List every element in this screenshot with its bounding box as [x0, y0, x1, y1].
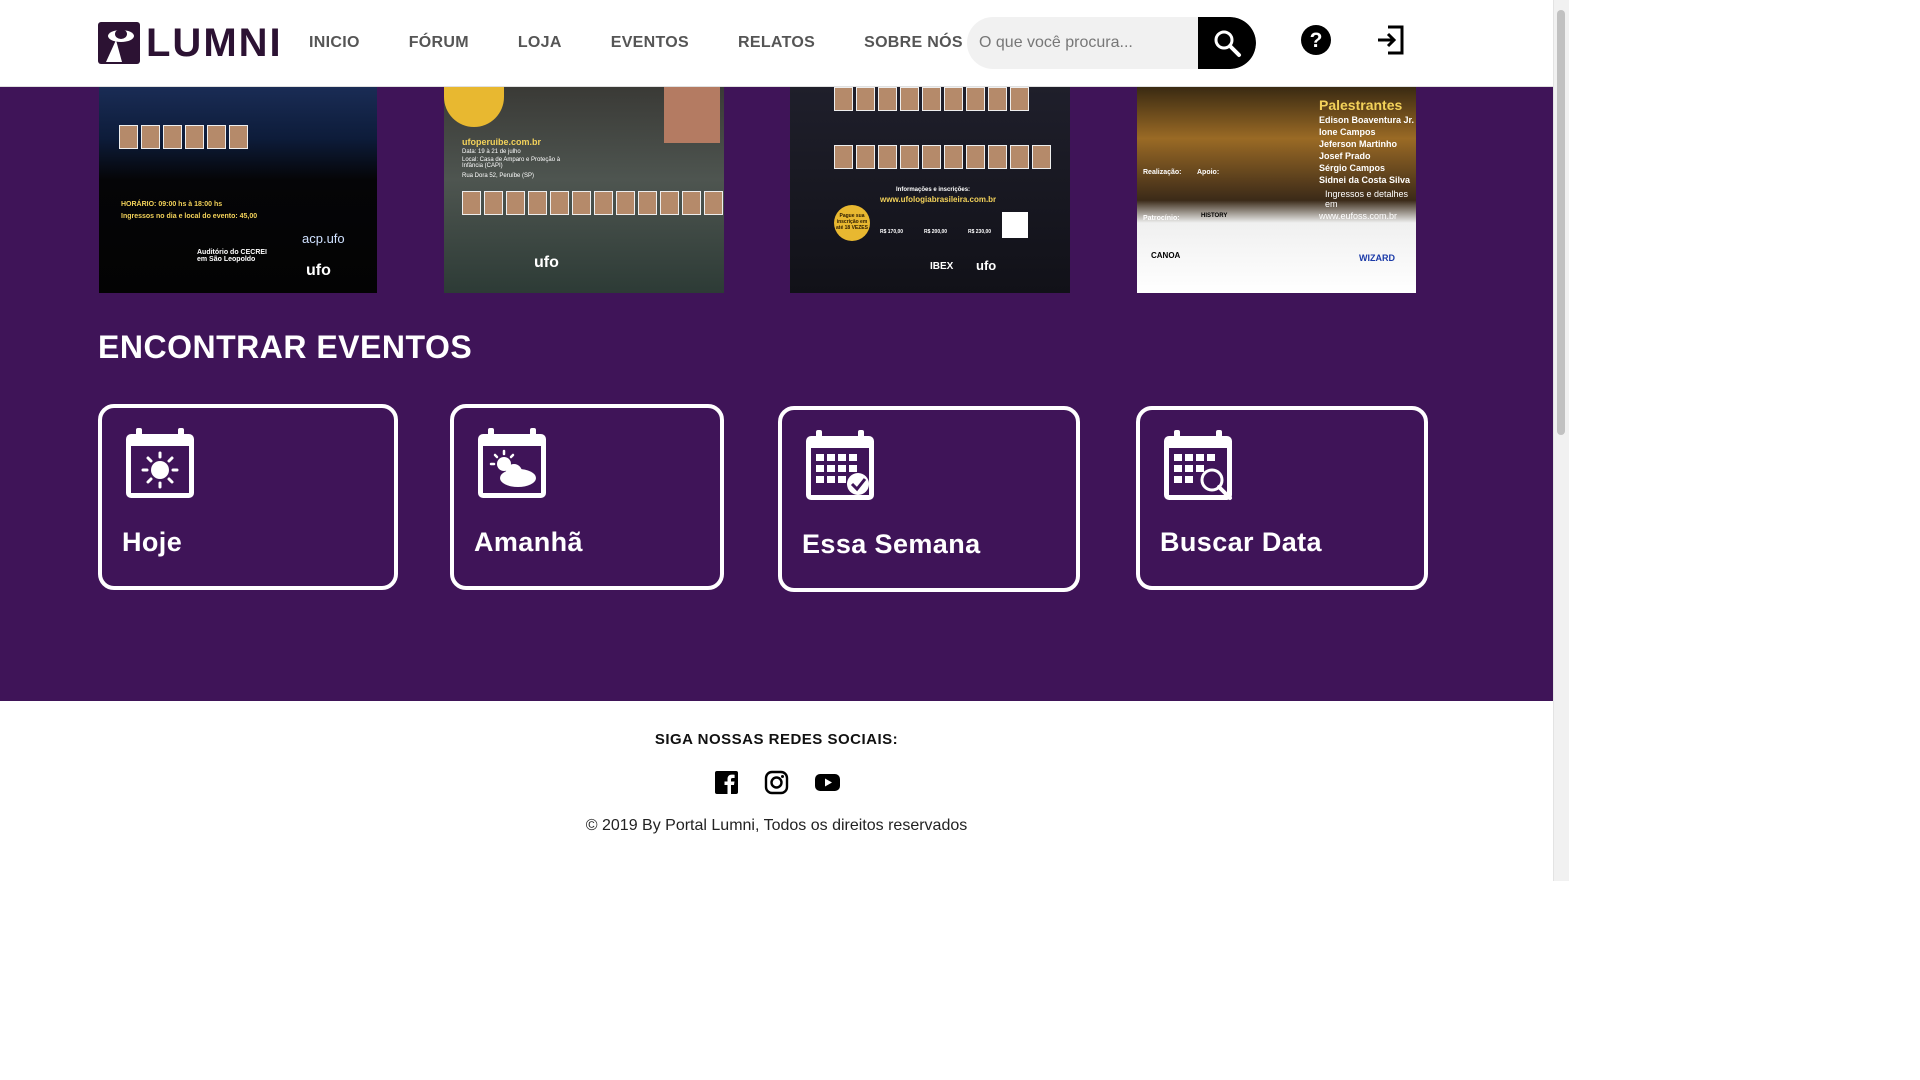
nav-eventos[interactable]: EVENTOS	[611, 34, 689, 52]
social-links	[714, 770, 841, 795]
facebook-icon[interactable]	[714, 770, 739, 795]
poster-speakers-title: Palestrantes	[1319, 97, 1403, 113]
section-title: ENCONTRAR EVENTOS	[98, 329, 473, 365]
poster-speaker: Ione Campos	[1319, 127, 1376, 137]
calendar-sun-icon	[126, 428, 194, 498]
poster-speaker: Sidnei da Costa Silva	[1319, 175, 1411, 185]
poster-address: Rua Dora 52, Peruíbe (SP)	[462, 173, 535, 179]
nav-relatos[interactable]: RELATOS	[738, 34, 815, 52]
help-icon[interactable]: ?	[1300, 24, 1332, 56]
poster-ufo-logo: ufo	[306, 262, 331, 279]
nav-forum[interactable]: FÓRUM	[409, 34, 469, 52]
poster-installments: Pague sua inscrição em até 18 VEZES	[836, 213, 868, 231]
calendar-check-icon	[806, 430, 874, 500]
poster-site: www.ufologiabrasileira.com.br	[880, 195, 997, 204]
poster-organizer-label: Realização:	[1143, 169, 1182, 176]
poster-history-logo: HISTORY	[1201, 213, 1228, 219]
events-section: HORÁRIO: 09:00 hs à 18:00 hs Ingressos n…	[0, 87, 1553, 701]
poster-seal	[444, 87, 504, 127]
poster-price-3: R$ 230,00	[968, 229, 992, 235]
logo-text: LUMNI	[146, 21, 283, 65]
site-header: LUMNI INICIO FÓRUM LOJA EVENTOS RELATOS …	[0, 0, 1553, 87]
poster-speaker-photo	[664, 87, 720, 143]
social-title: SIGA NOSSAS REDES SOCIAIS:	[654, 731, 899, 748]
poster-info-label: Informações e inscrições:	[896, 187, 971, 193]
instagram-icon[interactable]	[764, 770, 789, 795]
poster-sponsor: IBEX	[930, 261, 954, 272]
event-poster-2[interactable]: ufoperuibe.com.br Data: 19 à 21 de julho…	[444, 87, 724, 293]
card-label: Amanhã	[474, 527, 583, 557]
poster-venue: Local: Casa de Amparo e Proteção à Infân…	[462, 157, 561, 169]
card-label: Hoje	[122, 527, 183, 557]
speaker-photos-bottom	[834, 145, 1051, 169]
speaker-photos-top	[834, 87, 1029, 111]
poster-qr-code	[1002, 212, 1028, 238]
login-icon[interactable]	[1376, 24, 1406, 56]
poster-speaker: Sérgio Campos	[1319, 163, 1386, 173]
search-icon	[1214, 30, 1241, 57]
card-amanha[interactable]: Amanhã	[450, 404, 724, 590]
poster-sponsor-label: Patrocínio:	[1143, 215, 1180, 222]
card-hoje[interactable]: Hoje	[98, 404, 398, 590]
event-poster-3[interactable]: Informações e inscrições: www.ufologiabr…	[790, 87, 1070, 293]
poster-price-1: R$ 170,00	[880, 229, 904, 235]
calendar-search-icon	[1164, 430, 1232, 500]
poster-site: www.eufoss.com.br	[1319, 211, 1398, 221]
search-bar	[967, 17, 1256, 69]
poster-venue: Auditório do CECREI em São Leopoldo	[197, 249, 267, 263]
poster-speaker: Josef Prado	[1319, 151, 1371, 161]
ufo-logo-icon	[98, 22, 140, 64]
card-label: Buscar Data	[1160, 527, 1322, 557]
calendar-cloud-sun-icon	[478, 428, 546, 498]
poster-ufo-logo: ufo	[976, 258, 997, 273]
lumni-logo[interactable]: LUMNI	[98, 22, 281, 64]
card-buscar-data[interactable]: Buscar Data	[1136, 406, 1428, 590]
nav-sobre-nos[interactable]: SOBRE NÓS	[864, 34, 963, 52]
youtube-icon[interactable]	[814, 770, 841, 795]
main-nav: INICIO FÓRUM LOJA EVENTOS RELATOS SOBRE …	[309, 0, 1012, 86]
search-input[interactable]	[967, 17, 1221, 69]
poster-wizard-logo: WIZARD	[1359, 253, 1395, 263]
poster-ufo-logo: ufo	[534, 254, 559, 271]
speaker-photos	[119, 125, 248, 149]
poster-canoa-logo: CANOA	[1151, 251, 1181, 260]
nav-inicio[interactable]: INICIO	[309, 34, 360, 52]
nav-loja[interactable]: LOJA	[518, 34, 562, 52]
copyright: © 2019 By Portal Lumni, Todos os direito…	[585, 817, 968, 834]
poster-site: ufoperuibe.com.br	[462, 137, 542, 147]
poster-speaker: Jeferson Martinho	[1319, 139, 1398, 149]
poster-price-2: R$ 200,00	[924, 229, 948, 235]
poster-tickets: Ingressos e detalhes em	[1325, 189, 1409, 209]
card-label: Essa Semana	[802, 529, 981, 559]
poster-support-label: Apoio:	[1197, 169, 1220, 176]
scrollbar-thumb[interactable]	[1557, 10, 1565, 435]
poster-speaker: Edison Boaventura Jr.	[1319, 115, 1415, 125]
event-poster-1[interactable]: HORÁRIO: 09:00 hs à 18:00 hs Ingressos n…	[99, 87, 377, 293]
search-button[interactable]	[1198, 17, 1256, 69]
svg-text:?: ?	[1310, 29, 1323, 52]
card-essa-semana[interactable]: Essa Semana	[778, 406, 1080, 592]
poster-tickets: Ingressos no dia e local do evento: 45,0…	[121, 213, 258, 220]
poster-hours: HORÁRIO: 09:00 hs à 18:00 hs	[121, 201, 223, 208]
speaker-photos	[462, 191, 723, 215]
event-poster-4[interactable]: Palestrantes Edison Boaventura Jr. Ione …	[1137, 87, 1416, 293]
poster-org: acp.ufo	[302, 231, 345, 246]
poster-date: Data: 19 à 21 de julho	[462, 149, 521, 155]
scrollbar[interactable]	[1553, 0, 1569, 881]
